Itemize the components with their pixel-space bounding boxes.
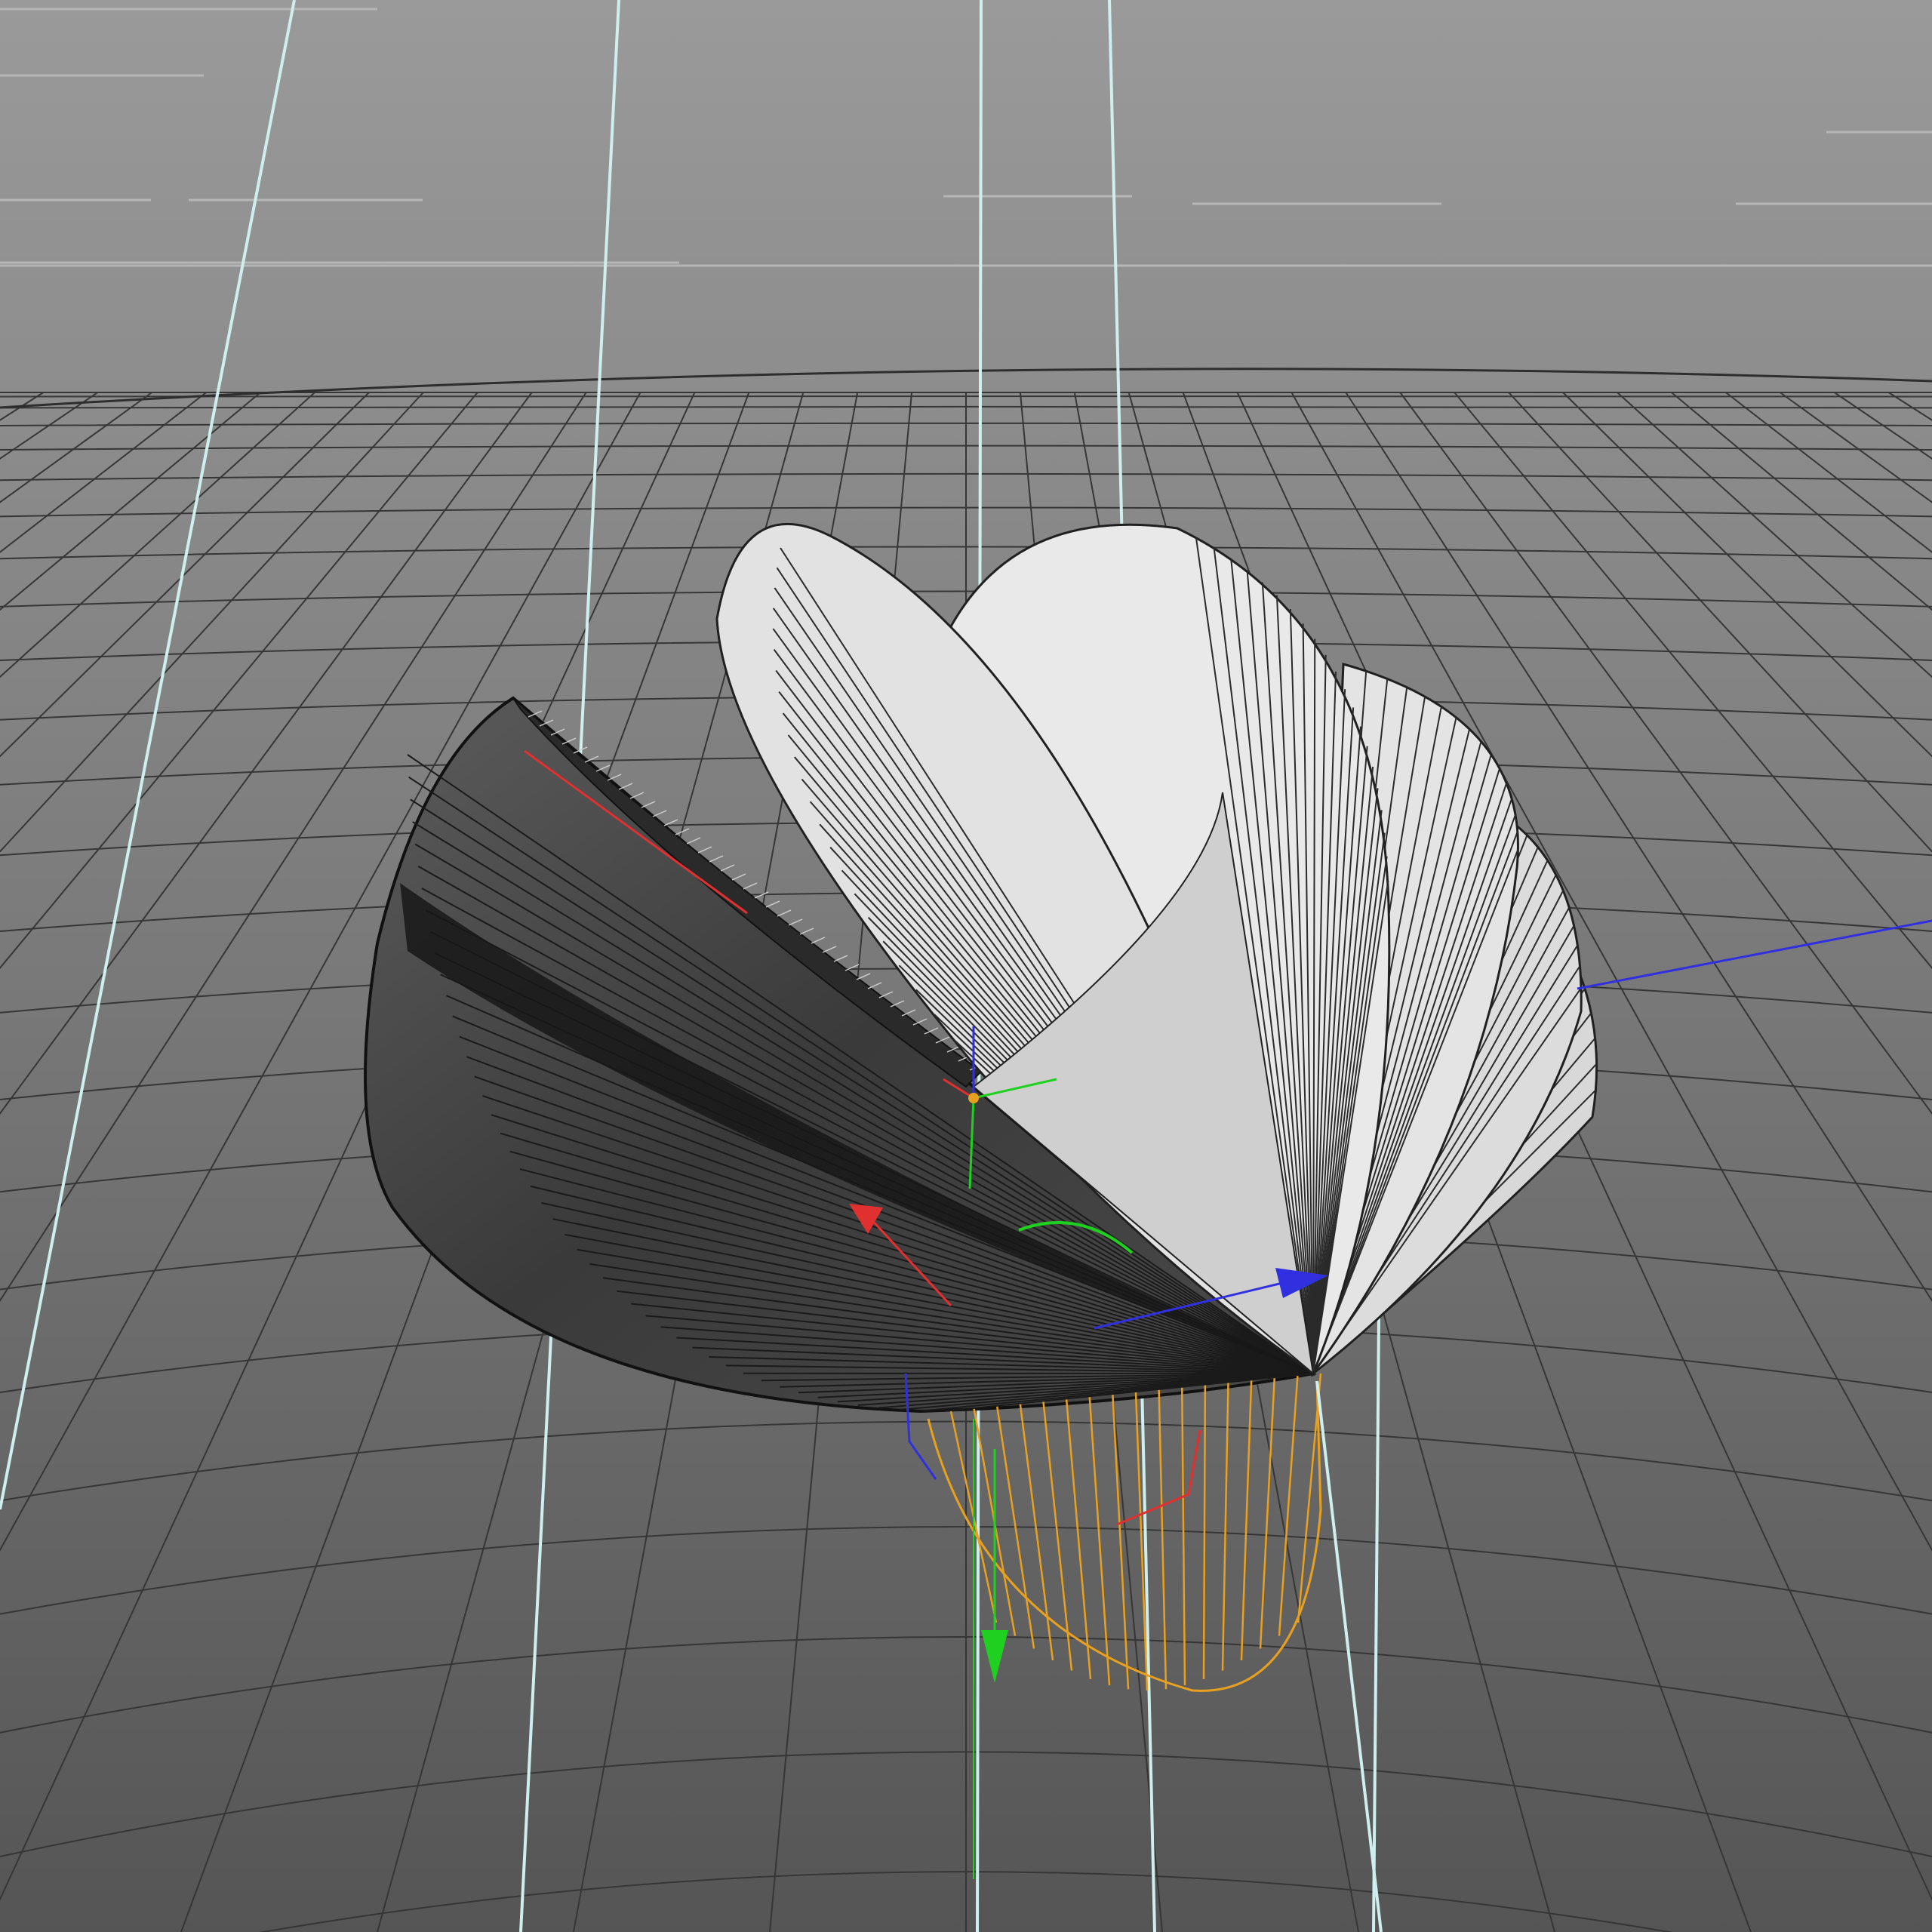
3d-viewport[interactable] (0, 0, 1932, 1932)
gizmo-center (968, 1093, 979, 1103)
viewport-canvas[interactable] (0, 0, 1932, 1932)
